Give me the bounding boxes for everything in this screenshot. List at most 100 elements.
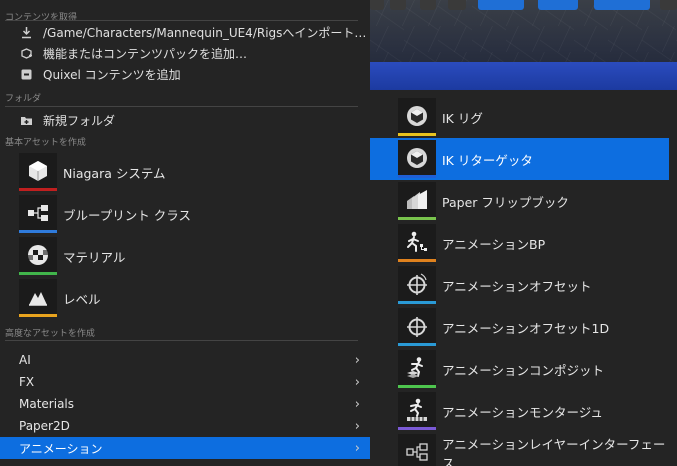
viewport-toolbar-button[interactable] xyxy=(390,0,406,10)
chevron-right-icon: › xyxy=(354,352,360,368)
asset-label: マテリアル xyxy=(63,249,126,265)
asset-thumbnail xyxy=(398,434,436,466)
submenu-label: FX xyxy=(19,375,35,389)
menu-item-label: Quixel コンテンツを追加 xyxy=(43,68,181,82)
chevron-right-icon: › xyxy=(354,418,360,434)
chevron-right-icon: › xyxy=(354,440,360,456)
section-title: 基本アセットを作成 xyxy=(5,138,86,148)
add-asset-menu: コンテンツを取得 /Game/Characters/Mannequin_UE4/… xyxy=(0,0,370,466)
menu-item-animation-montage[interactable]: アニメーションモンタージュ xyxy=(370,390,677,432)
asset-level[interactable]: レベル xyxy=(0,277,370,319)
menu-item-label: IK リターゲッタ xyxy=(442,152,533,168)
menu-item-animation-layer-interface[interactable]: アニメーションレイヤーインターフェース xyxy=(370,432,677,466)
asset-color-bar xyxy=(19,230,57,233)
viewport-toolbar-button[interactable] xyxy=(478,0,524,10)
chevron-right-icon: › xyxy=(354,396,360,412)
asset-niagara-system[interactable]: Niagara システム xyxy=(0,151,370,193)
paper-flipbook-icon xyxy=(404,187,430,216)
asset-color-bar xyxy=(398,133,436,136)
asset-color-bar xyxy=(19,272,57,275)
asset-thumbnail xyxy=(19,153,57,191)
asset-thumbnail xyxy=(398,308,436,346)
viewport-toolbar-button[interactable] xyxy=(660,0,677,10)
section-header-basic-assets: 基本アセットを作成 xyxy=(0,132,370,151)
asset-color-bar xyxy=(19,188,57,191)
viewport-toolbar-button[interactable] xyxy=(538,0,578,10)
import-icon xyxy=(19,26,33,40)
menu-item-paper-flipbook[interactable]: Paper フリップブック xyxy=(370,180,677,222)
menu-item-label: アニメーションオフセット xyxy=(442,278,592,294)
menu-item-label: アニメーションモンタージュ xyxy=(442,404,603,420)
asset-color-bar xyxy=(398,175,436,178)
anim-composite-icon xyxy=(404,355,430,384)
viewport-toolbar-button[interactable] xyxy=(420,0,436,10)
menu-item-animation-composite[interactable]: アニメーションコンポジット xyxy=(370,348,677,390)
submenu-fx[interactable]: FX › xyxy=(0,371,370,393)
section-title: フォルダ xyxy=(5,93,42,104)
material-icon xyxy=(25,242,51,271)
anim-layer-interface-icon xyxy=(404,439,430,466)
asset-label: レベル xyxy=(63,291,101,307)
asset-color-bar xyxy=(398,385,436,388)
asset-color-bar xyxy=(19,314,57,317)
menu-item-add-quixel[interactable]: Quixel コンテンツを追加 xyxy=(0,64,370,85)
submenu-label: Materials xyxy=(19,397,75,411)
asset-thumbnail xyxy=(19,237,57,275)
asset-blueprint-class[interactable]: ブループリント クラス xyxy=(0,193,370,235)
menu-item-ik-retargeter[interactable]: IK リターゲッタ xyxy=(370,138,669,180)
asset-thumbnail xyxy=(398,224,436,262)
asset-label: Niagara システム xyxy=(63,165,166,181)
submenu-animation[interactable]: アニメーション › xyxy=(0,437,370,459)
asset-color-bar xyxy=(398,301,436,304)
menu-item-label: /Game/Characters/Mannequin_UE4/Rigsへインポー… xyxy=(43,26,367,40)
level-viewport[interactable] xyxy=(370,0,677,90)
asset-thumbnail xyxy=(19,195,57,233)
asset-label: ブループリント クラス xyxy=(63,207,191,223)
asset-color-bar xyxy=(398,343,436,346)
asset-material[interactable]: マテリアル xyxy=(0,235,370,277)
viewport-toolbar-button[interactable] xyxy=(448,0,466,10)
menu-item-animation-blueprint[interactable]: アニメーションBP xyxy=(370,222,677,264)
submenu-ai[interactable]: AI › xyxy=(0,349,370,371)
level-icon xyxy=(25,284,51,313)
menu-item-ik-rig[interactable]: IK リグ xyxy=(370,96,677,138)
section-header-get-content: コンテンツを取得 xyxy=(0,0,370,23)
menu-item-label: アニメーションBP xyxy=(442,236,546,252)
section-header-advanced: 高度なアセットを作成 xyxy=(0,322,370,342)
viewport-floor xyxy=(370,62,677,90)
menu-item-aim-offset[interactable]: アニメーションオフセット xyxy=(370,264,677,306)
section-divider xyxy=(5,20,358,21)
section-header-folder: フォルダ xyxy=(0,85,370,108)
ik-retargeter-icon xyxy=(404,145,430,174)
submenu-label: AI xyxy=(19,353,31,367)
animation-bp-icon xyxy=(404,229,430,258)
submenu-materials[interactable]: Materials › xyxy=(0,393,370,415)
menu-item-add-feature-pack[interactable]: 機能またはコンテンツパックを追加… xyxy=(0,43,370,64)
asset-thumbnail xyxy=(398,350,436,388)
asset-thumbnail xyxy=(398,98,436,136)
ik-rig-icon xyxy=(404,103,430,132)
menu-item-label: 機能またはコンテンツパックを追加… xyxy=(43,47,248,61)
menu-item-label: アニメーションレイヤーインターフェース xyxy=(441,437,666,466)
niagara-icon xyxy=(25,158,51,187)
viewport-toolbar-button[interactable] xyxy=(594,0,650,10)
quixel-icon xyxy=(19,68,33,82)
submenu-label: アニメーション xyxy=(19,441,103,456)
asset-color-bar xyxy=(398,259,436,262)
aim-offset-icon xyxy=(404,271,430,300)
animation-submenu: IK リグ IK リターゲッタ Paper フリップブック アニメーションBP xyxy=(370,90,677,466)
menu-item-import[interactable]: /Game/Characters/Mannequin_UE4/Rigsへインポー… xyxy=(0,22,370,43)
aim-offset-1d-icon xyxy=(404,313,430,342)
asset-color-bar xyxy=(398,217,436,220)
menu-item-label: 新規フォルダ xyxy=(43,113,116,128)
section-divider xyxy=(5,340,358,341)
viewport-toolbar-button[interactable] xyxy=(370,0,384,10)
asset-thumbnail xyxy=(398,392,436,430)
menu-item-aim-offset-1d[interactable]: アニメーションオフセット1D xyxy=(370,306,677,348)
menu-item-label: アニメーションコンポジット xyxy=(442,362,605,378)
submenu-paper2d[interactable]: Paper2D › xyxy=(0,415,370,437)
section-divider xyxy=(5,106,358,107)
menu-item-new-folder[interactable]: 新規フォルダ xyxy=(0,108,370,132)
blueprint-icon xyxy=(25,200,51,229)
asset-thumbnail xyxy=(398,266,436,304)
